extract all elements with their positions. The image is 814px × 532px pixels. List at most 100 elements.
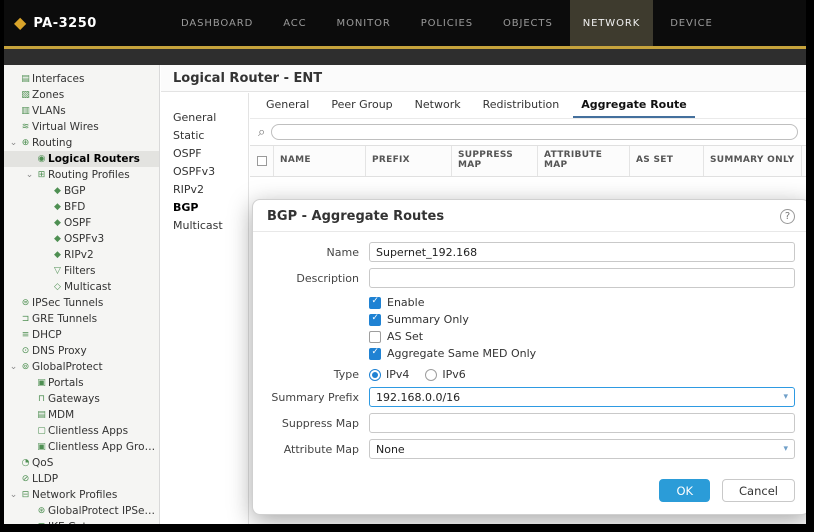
select-all-checkbox[interactable]: [257, 156, 267, 166]
expand-arrow-icon[interactable]: ⌄: [8, 363, 19, 372]
router-section-item[interactable]: Static: [161, 127, 248, 145]
table-column-header[interactable]: ATTRIBUTE MAP: [538, 146, 630, 176]
sidebar-item[interactable]: ⊐ GRE Tunnels: [4, 311, 159, 327]
option-checkbox-row[interactable]: Aggregate Same MED Only: [369, 345, 795, 362]
sidebar-item[interactable]: ◆ OSPFv3: [4, 231, 159, 247]
sidebar-item[interactable]: ◆ BGP: [4, 183, 159, 199]
suppress-map-input[interactable]: [369, 413, 795, 433]
sidebar-item[interactable]: ◆ OSPF: [4, 215, 159, 231]
checkbox-icon[interactable]: [369, 297, 381, 309]
radio-label: IPv6: [442, 368, 465, 381]
summary-prefix-input[interactable]: [370, 391, 783, 404]
cancel-button[interactable]: Cancel: [722, 479, 795, 502]
top-nav-tab[interactable]: POLICIES: [408, 0, 486, 46]
ok-button[interactable]: OK: [659, 479, 710, 502]
sidebar-item[interactable]: ⊓ Gateways: [4, 391, 159, 407]
top-nav-tab[interactable]: OBJECTS: [490, 0, 566, 46]
sidebar-item[interactable]: ▣ Portals: [4, 375, 159, 391]
sidebar-item[interactable]: ⌄ ⊞ Routing Profiles: [4, 167, 159, 183]
attribute-map-combobox[interactable]: ▾: [369, 439, 795, 459]
top-nav-tab[interactable]: DASHBOARD: [168, 0, 266, 46]
paloalto-logo-icon: ◆: [14, 15, 26, 31]
expand-arrow-icon[interactable]: ⌄: [8, 491, 19, 500]
search-field[interactable]: [271, 124, 798, 140]
sidebar-item[interactable]: ▧ Zones: [4, 87, 159, 103]
attribute-map-row: Attribute Map ▾: [267, 439, 795, 459]
attribute-map-label: Attribute Map: [267, 443, 359, 456]
sidebar-item[interactable]: ▥ VLANs: [4, 103, 159, 119]
dhcp-icon: ≡: [19, 331, 32, 340]
sidebar-item[interactable]: ▤ Interfaces: [4, 71, 159, 87]
type-radio-option[interactable]: IPv6: [425, 368, 465, 381]
table-column-header[interactable]: PREFIX: [366, 146, 452, 176]
sidebar-item[interactable]: ⌄ ⊚ GlobalProtect: [4, 359, 159, 375]
bgp-tab[interactable]: General: [258, 93, 317, 118]
attribute-map-input[interactable]: [370, 443, 783, 456]
top-nav-tab[interactable]: ACC: [270, 0, 319, 46]
expand-arrow-icon[interactable]: ⌄: [24, 171, 35, 180]
logical-routers-icon: ◉: [35, 155, 48, 164]
radio-icon[interactable]: [369, 369, 381, 381]
checkbox-icon[interactable]: [369, 348, 381, 360]
description-label: Description: [267, 272, 359, 285]
sidebar-item[interactable]: ◇ Multicast: [4, 279, 159, 295]
router-section-item[interactable]: OSPF: [161, 145, 248, 163]
vlans-icon: ▥: [19, 107, 32, 116]
sidebar-item[interactable]: ◉ Logical Routers: [4, 151, 159, 167]
table-column-header[interactable]: SUMMARY ONLY: [704, 146, 802, 176]
router-section-item[interactable]: BGP: [161, 199, 248, 217]
sidebar-item[interactable]: ◆ BFD: [4, 199, 159, 215]
top-nav-tab[interactable]: DEVICE: [657, 0, 726, 46]
sidebar-item[interactable]: ◔ QoS: [4, 455, 159, 471]
bgp-tab[interactable]: Peer Group: [323, 93, 400, 118]
sidebar-item-label: Routing: [32, 137, 72, 149]
sidebar-item-label: Network Profiles: [32, 489, 117, 501]
option-checkbox-row[interactable]: Enable: [369, 294, 795, 311]
chevron-down-icon[interactable]: ▾: [783, 445, 794, 454]
table-column-header[interactable]: SUPPRESS MAP: [452, 146, 538, 176]
router-section-item[interactable]: OSPFv3: [161, 163, 248, 181]
summary-prefix-combobox[interactable]: ▾: [369, 387, 795, 407]
search-input[interactable]: [280, 127, 789, 138]
bgp-tab[interactable]: Aggregate Route: [573, 93, 695, 118]
sidebar-item[interactable]: ▤ MDM: [4, 407, 159, 423]
table-column-header[interactable]: A: [802, 146, 806, 176]
sidebar-item[interactable]: ⊙ DNS Proxy: [4, 343, 159, 359]
sidebar-item-label: BGP: [64, 185, 86, 197]
chevron-down-icon[interactable]: ▾: [783, 393, 794, 402]
sidebar-item[interactable]: ⌄ ⊕ Routing: [4, 135, 159, 151]
expand-arrow-icon[interactable]: ⌄: [8, 139, 19, 148]
top-nav-tab[interactable]: NETWORK: [570, 0, 653, 46]
sidebar-item[interactable]: ⊘ LLDP: [4, 471, 159, 487]
sidebar-item[interactable]: ⊠ IKE Gateways: [4, 519, 159, 524]
description-input[interactable]: [369, 268, 795, 288]
checkbox-icon[interactable]: [369, 331, 381, 343]
sidebar-item-label: Interfaces: [32, 73, 84, 85]
sidebar-item[interactable]: ≡ DHCP: [4, 327, 159, 343]
sidebar-item[interactable]: ▣ Clientless App Groups: [4, 439, 159, 455]
top-nav-tab[interactable]: MONITOR: [324, 0, 404, 46]
bgp-tab[interactable]: Redistribution: [475, 93, 568, 118]
table-column-header[interactable]: NAME: [274, 146, 366, 176]
sidebar-item-label: LLDP: [32, 473, 58, 485]
sidebar-item[interactable]: ▢ Clientless Apps: [4, 423, 159, 439]
sidebar-item[interactable]: ≋ Virtual Wires: [4, 119, 159, 135]
checkbox-icon[interactable]: [369, 314, 381, 326]
dns-proxy-icon: ⊙: [19, 347, 32, 356]
option-checkbox-row[interactable]: AS Set: [369, 328, 795, 345]
sidebar-item[interactable]: ◆ RIPv2: [4, 247, 159, 263]
sidebar-item[interactable]: ▽ Filters: [4, 263, 159, 279]
table-column-header[interactable]: AS SET: [630, 146, 704, 176]
name-input[interactable]: [369, 242, 795, 262]
type-radio-option[interactable]: IPv4: [369, 368, 409, 381]
sidebar-item[interactable]: ⊛ GlobalProtect IPSec Crypto: [4, 503, 159, 519]
bgp-tab[interactable]: Network: [407, 93, 469, 118]
router-section-item[interactable]: RIPv2: [161, 181, 248, 199]
option-checkbox-row[interactable]: Summary Only: [369, 311, 795, 328]
sidebar-item[interactable]: ⊜ IPSec Tunnels: [4, 295, 159, 311]
router-section-item[interactable]: Multicast: [161, 217, 248, 235]
sidebar-item[interactable]: ⌄ ⊟ Network Profiles: [4, 487, 159, 503]
help-icon[interactable]: ?: [780, 209, 795, 224]
router-section-item[interactable]: General: [161, 109, 248, 127]
radio-icon[interactable]: [425, 369, 437, 381]
